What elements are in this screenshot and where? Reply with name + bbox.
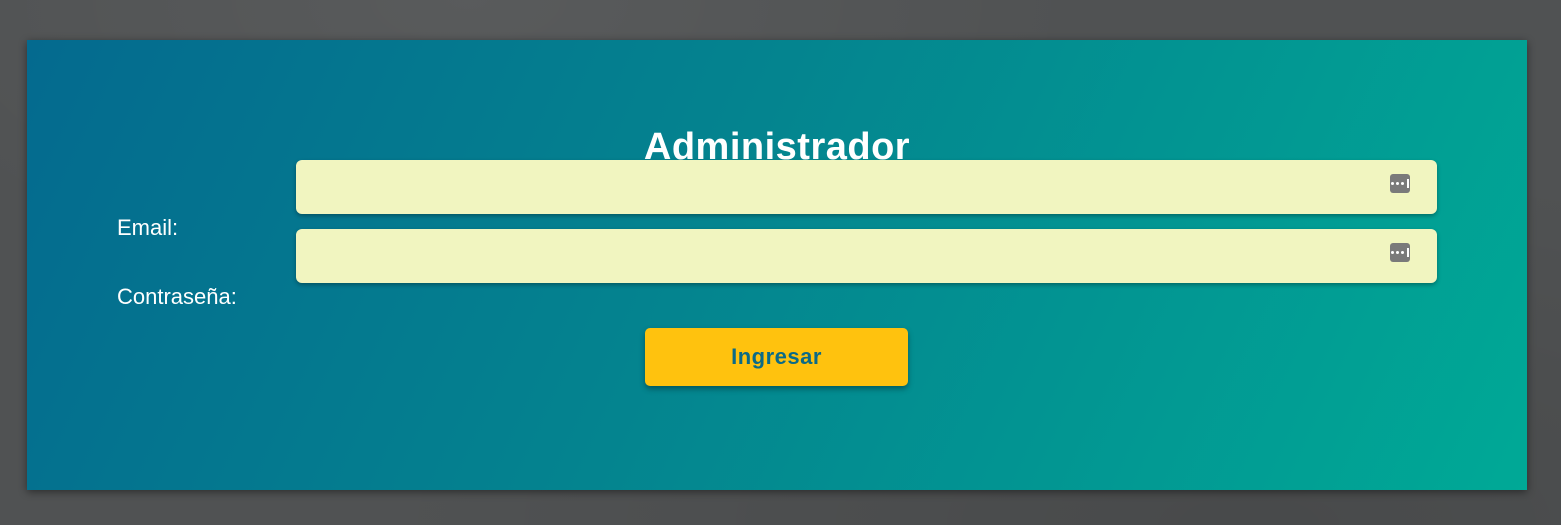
login-panel: Administrador Email: Contraseña: Ingresa… (27, 40, 1527, 490)
email-label: Email: (117, 215, 179, 240)
login-button[interactable]: Ingresar (645, 328, 908, 386)
password-field[interactable] (296, 229, 1437, 283)
email-field[interactable] (296, 160, 1437, 214)
password-label: Contraseña: (117, 284, 237, 309)
password-manager-icon[interactable] (1390, 174, 1410, 193)
password-manager-icon[interactable] (1390, 243, 1410, 262)
